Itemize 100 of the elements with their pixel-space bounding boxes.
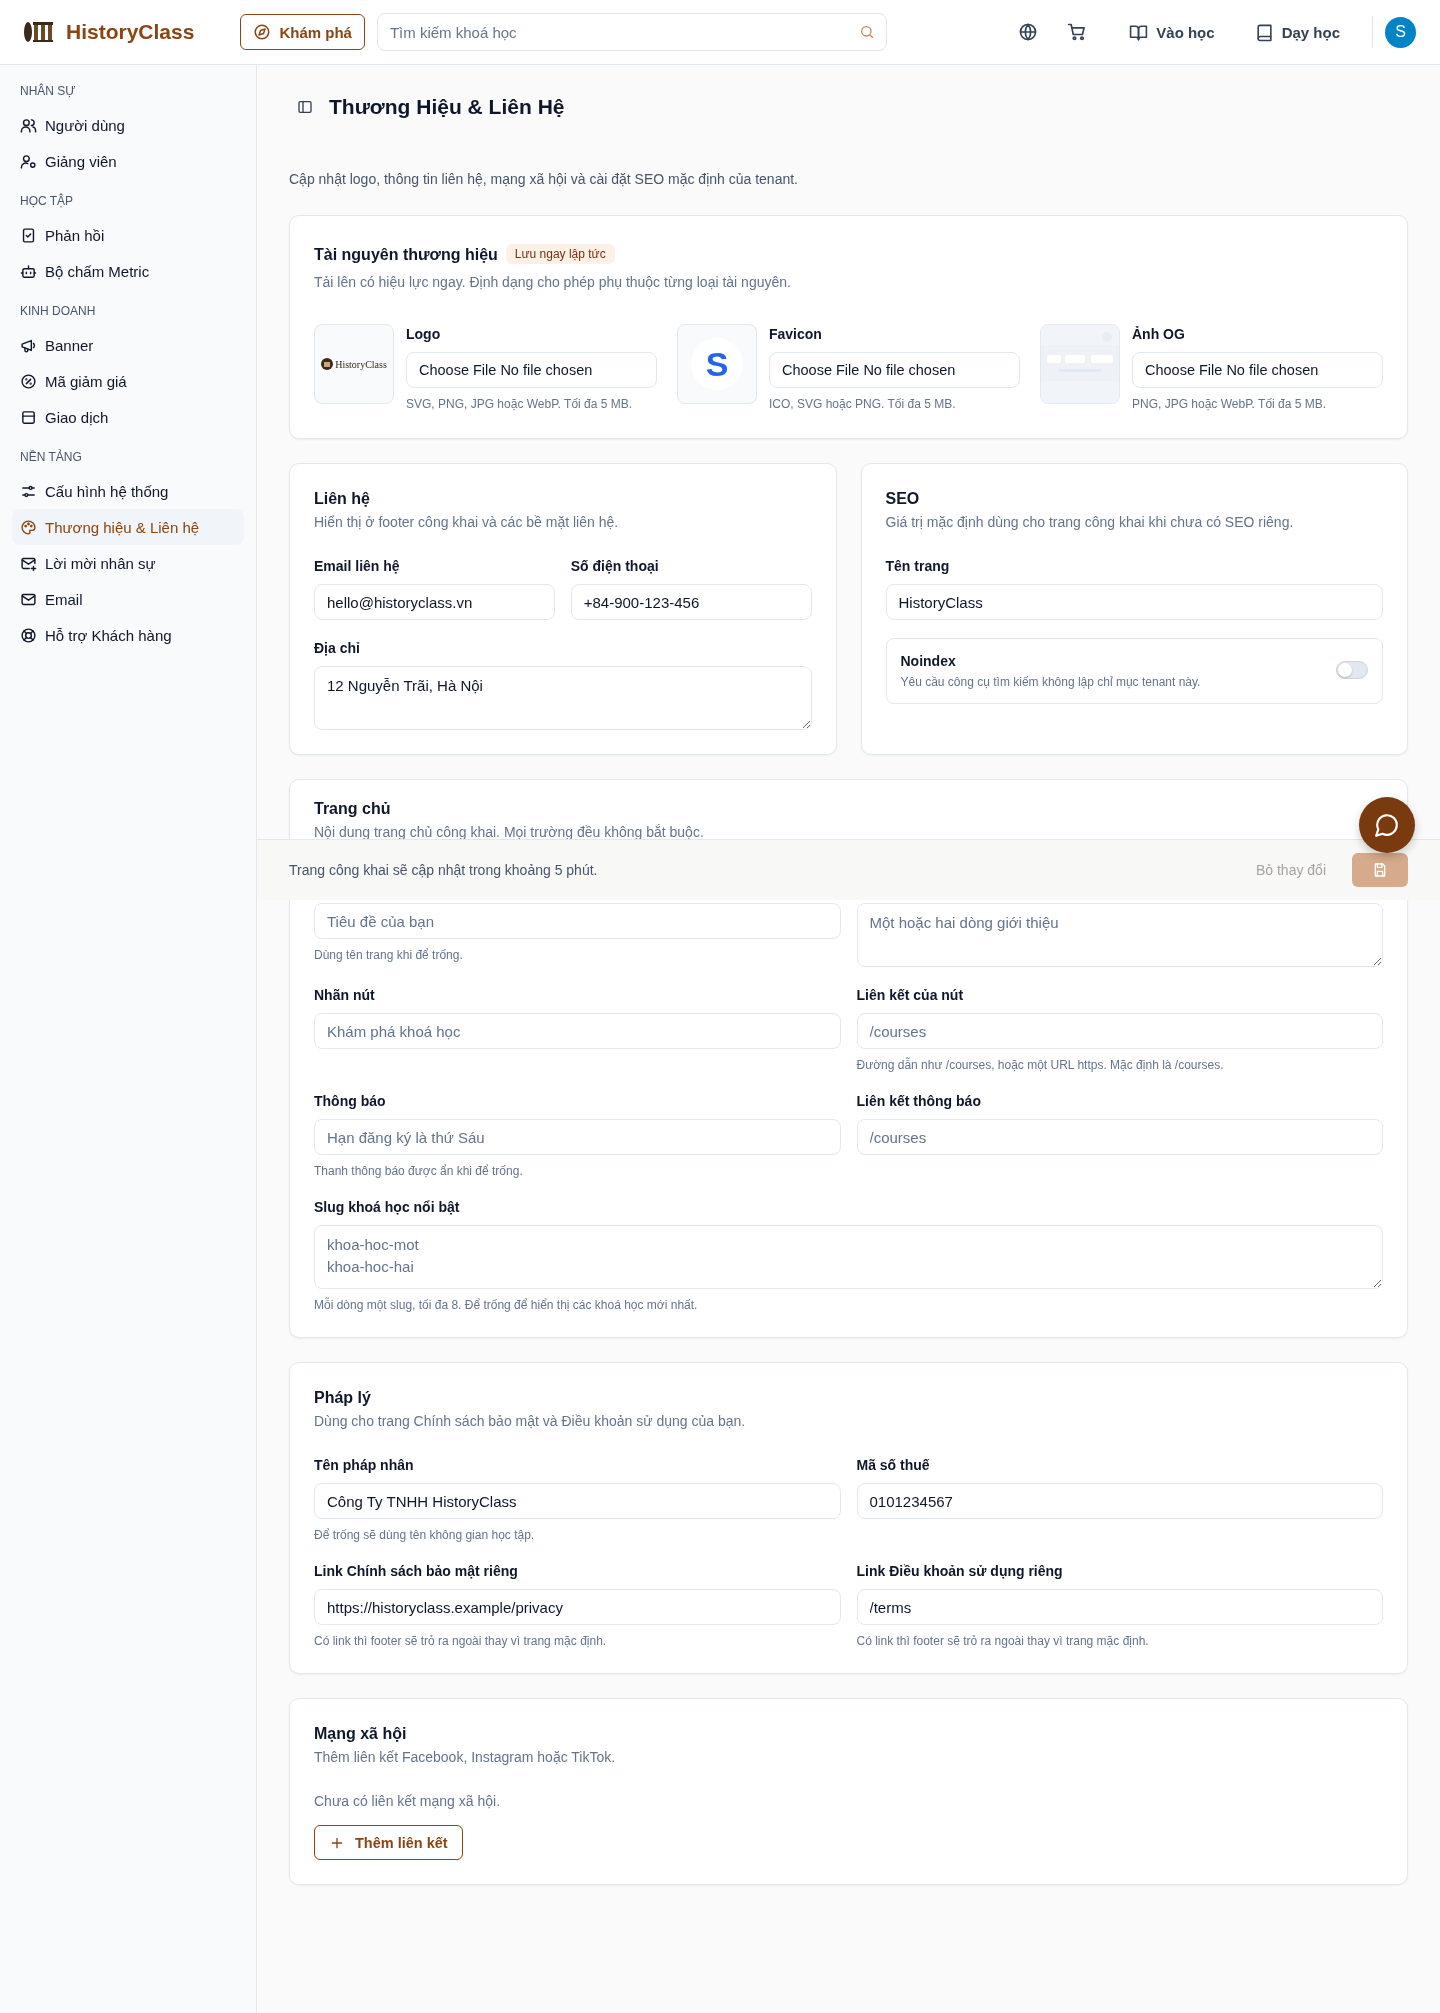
field-label: Ảnh OG: [1132, 325, 1185, 344]
sidebar-item[interactable]: Hỗ trợ Khách hàng: [12, 617, 244, 653]
field-label: Tên trang: [885, 557, 950, 576]
section-heading: KINH DOANH: [19, 303, 96, 320]
setting-description: Yêu cầu công cụ tìm kiếm không lập chỉ mục tenant này.: [900, 675, 1201, 689]
percent-badge-icon: [20, 372, 37, 390]
lifebuoy-icon: [20, 626, 37, 644]
sidebar-item[interactable]: Email: [12, 581, 244, 617]
text-field[interactable]: HistoryClass: [885, 584, 1383, 620]
field-hint: Thanh thông báo được ẩn khi để trống.: [314, 1163, 523, 1179]
card-subtitle: Dùng cho trang Chính sách bảo mật và Điều khoản sử dụng của bạn.: [314, 1412, 746, 1431]
clipboard-check-icon: [20, 226, 37, 244]
sidebar-item[interactable]: Giao dịch: [12, 399, 244, 435]
sidebar-item[interactable]: Banner: [12, 327, 244, 363]
sidebar-item[interactable]: Cấu hình hệ thống: [12, 473, 244, 509]
text-area[interactable]: 12 Nguyễn Trãi, Hà Nội: [314, 666, 812, 730]
section-heading: NỀN TẢNG: [19, 448, 82, 466]
nav-link[interactable]: Vào học: [1123, 21, 1221, 43]
logo-text: HistoryClass: [335, 358, 387, 370]
field-hint: Để trống sẽ dùng tên không gian học tập.: [314, 1527, 535, 1543]
field-label: Tên pháp nhân: [314, 1456, 414, 1475]
field-label: Nhãn nút: [314, 986, 375, 1005]
field-label: Mã số thuế: [856, 1456, 930, 1475]
text-area[interactable]: Một hoặc hai dòng giới thiệu: [856, 903, 1383, 967]
field-hint: Có link thì footer sẽ trỏ ra ngoài thay vì trang mặc định.: [314, 1633, 607, 1649]
text-field[interactable]: Hạn đăng ký là thứ Sáu: [314, 1119, 841, 1155]
file-input[interactable]: Choose File No file chosen: [406, 352, 657, 388]
card-subtitle: Thêm liên kết Facebook, Instagram hoặc TikTok.: [314, 1748, 616, 1767]
sidebar-toggle[interactable]: [297, 99, 313, 115]
field-label: Địa chỉ: [314, 639, 360, 658]
card-subtitle: Nội dung trang chủ công khai. Mọi trường đều không bắt buộc.: [314, 823, 704, 842]
text-field[interactable]: /courses: [856, 1013, 1383, 1049]
card-title: SEO: [885, 489, 920, 509]
sidebar-item[interactable]: Người dùng: [12, 107, 244, 143]
sidebar-item[interactable]: Mã giảm giá: [12, 363, 244, 399]
sidebar-item[interactable]: Giảng viên: [12, 143, 244, 179]
field-label: Link Điều khoản sử dụng riêng: [856, 1562, 1063, 1581]
field-label: Logo: [406, 325, 441, 344]
chat-icon: [1374, 812, 1400, 838]
globe-icon: [1018, 22, 1039, 42]
field-hint: Mỗi dòng một slug, tối đa 8. Để trống để hiển thị các khoá học mới nhất.: [314, 1297, 698, 1313]
card-title: Tài nguyên thương hiệu: [314, 245, 498, 265]
card-icon: [20, 408, 37, 426]
add-link-button[interactable]: Thêm liên kết: [314, 1825, 463, 1860]
text-field[interactable]: +84-900-123-456: [570, 584, 812, 620]
setting-title: Noindex: [900, 652, 956, 671]
cart-icon: [1067, 22, 1088, 42]
palette-icon: [20, 518, 37, 536]
logo-mark-icon: [321, 358, 334, 370]
page-title: Thương Hiệu & Liên Hệ: [329, 95, 565, 119]
toggle-switch[interactable]: [1336, 661, 1368, 679]
section-heading: NHÂN SỰ: [19, 82, 76, 100]
text-field[interactable]: /courses: [856, 1119, 1383, 1155]
explore-button[interactable]: Khám phá: [240, 14, 365, 50]
empty-message: Chưa có liên kết mạng xã hội.: [314, 1793, 501, 1809]
user-gear-icon: [20, 152, 37, 170]
field-label: Email liên hệ: [314, 557, 400, 576]
sidebar-item[interactable]: Bộ chấm Metric: [12, 253, 244, 289]
field-label: Số điện thoại: [570, 557, 659, 576]
robot-icon: [20, 262, 37, 280]
field-hint: Đường dẫn như /courses, hoặc một URL https. Mặc định là /courses.: [856, 1057, 1224, 1073]
text-field[interactable]: Tiêu đề của bạn: [314, 903, 841, 939]
text-field[interactable]: hello@historyclass.vn: [314, 584, 555, 620]
field-hint: PNG, JPG hoặc WebP. Tối đa 5 MB.: [1132, 396, 1327, 412]
section-heading: HỌC TẬP: [19, 192, 74, 210]
search-field[interactable]: Tìm kiếm khoá học: [376, 13, 887, 51]
file-input[interactable]: Choose File No file chosen: [769, 352, 1020, 388]
text-field[interactable]: /terms: [856, 1589, 1383, 1625]
field-label: Thông báo: [314, 1092, 386, 1111]
card-title: Mạng xã hội: [314, 1724, 407, 1744]
nav-link[interactable]: Dạy học: [1248, 21, 1346, 43]
field-hint: SVG, PNG, JPG hoặc WebP. Tối đa 5 MB.: [406, 396, 633, 412]
sidebar-item[interactable]: Phản hồi: [12, 217, 244, 253]
card-subtitle: Hiển thị ở footer công khai và các bề mặt liên hệ.: [314, 513, 619, 532]
card-subtitle: Giá trị mặc định dùng cho trang công khai khi chưa có SEO riêng.: [885, 513, 1294, 532]
save-icon: [1372, 862, 1388, 878]
text-field[interactable]: Khám phá khoá học: [314, 1013, 841, 1049]
book-icon: [1254, 22, 1274, 42]
card-title: Liên hệ: [314, 489, 370, 509]
text-area[interactable]: khoa-hoc-mot khoa-hoc-hai: [314, 1225, 1383, 1289]
compass-icon: [253, 23, 272, 41]
save-bar-message: Trang công khai sẽ cập nhật trong khoảng 5 phút.: [289, 862, 598, 878]
text-field[interactable]: Công Ty TNHH HistoryClass: [314, 1483, 841, 1519]
search-icon: [858, 24, 875, 40]
file-input[interactable]: Choose File No file chosen: [1132, 352, 1383, 388]
field-label: Link Chính sách bảo mật riêng: [314, 1562, 518, 1581]
field-label: Liên kết thông báo: [856, 1092, 981, 1111]
brand-name: HistoryClass: [66, 20, 195, 44]
sidebar-item[interactable]: Lời mời nhân sự: [12, 545, 244, 581]
sidebar-toggle-icon: [297, 99, 313, 115]
page-description: Cập nhật logo, thông tin liên hệ, mạng xã hội và cài đặt SEO mặc định của tenant.: [289, 170, 798, 189]
avatar[interactable]: S: [1385, 16, 1416, 48]
text-field[interactable]: 0101234567: [856, 1483, 1383, 1519]
sidebar-item[interactable]: Thương hiệu & Liên hệ: [12, 509, 244, 545]
text-field[interactable]: https://historyclass.example/privacy: [314, 1589, 841, 1625]
card-subtitle: Tải lên có hiệu lực ngay. Định dạng cho phép phụ thuộc từng loại tài nguyên.: [314, 273, 791, 292]
open-book-icon: [1129, 22, 1149, 42]
card-title: Pháp lý: [314, 1388, 371, 1408]
field-hint: Có link thì footer sẽ trỏ ra ngoài thay vì trang mặc định.: [856, 1633, 1149, 1649]
field-label: Liên kết của nút: [856, 986, 964, 1005]
